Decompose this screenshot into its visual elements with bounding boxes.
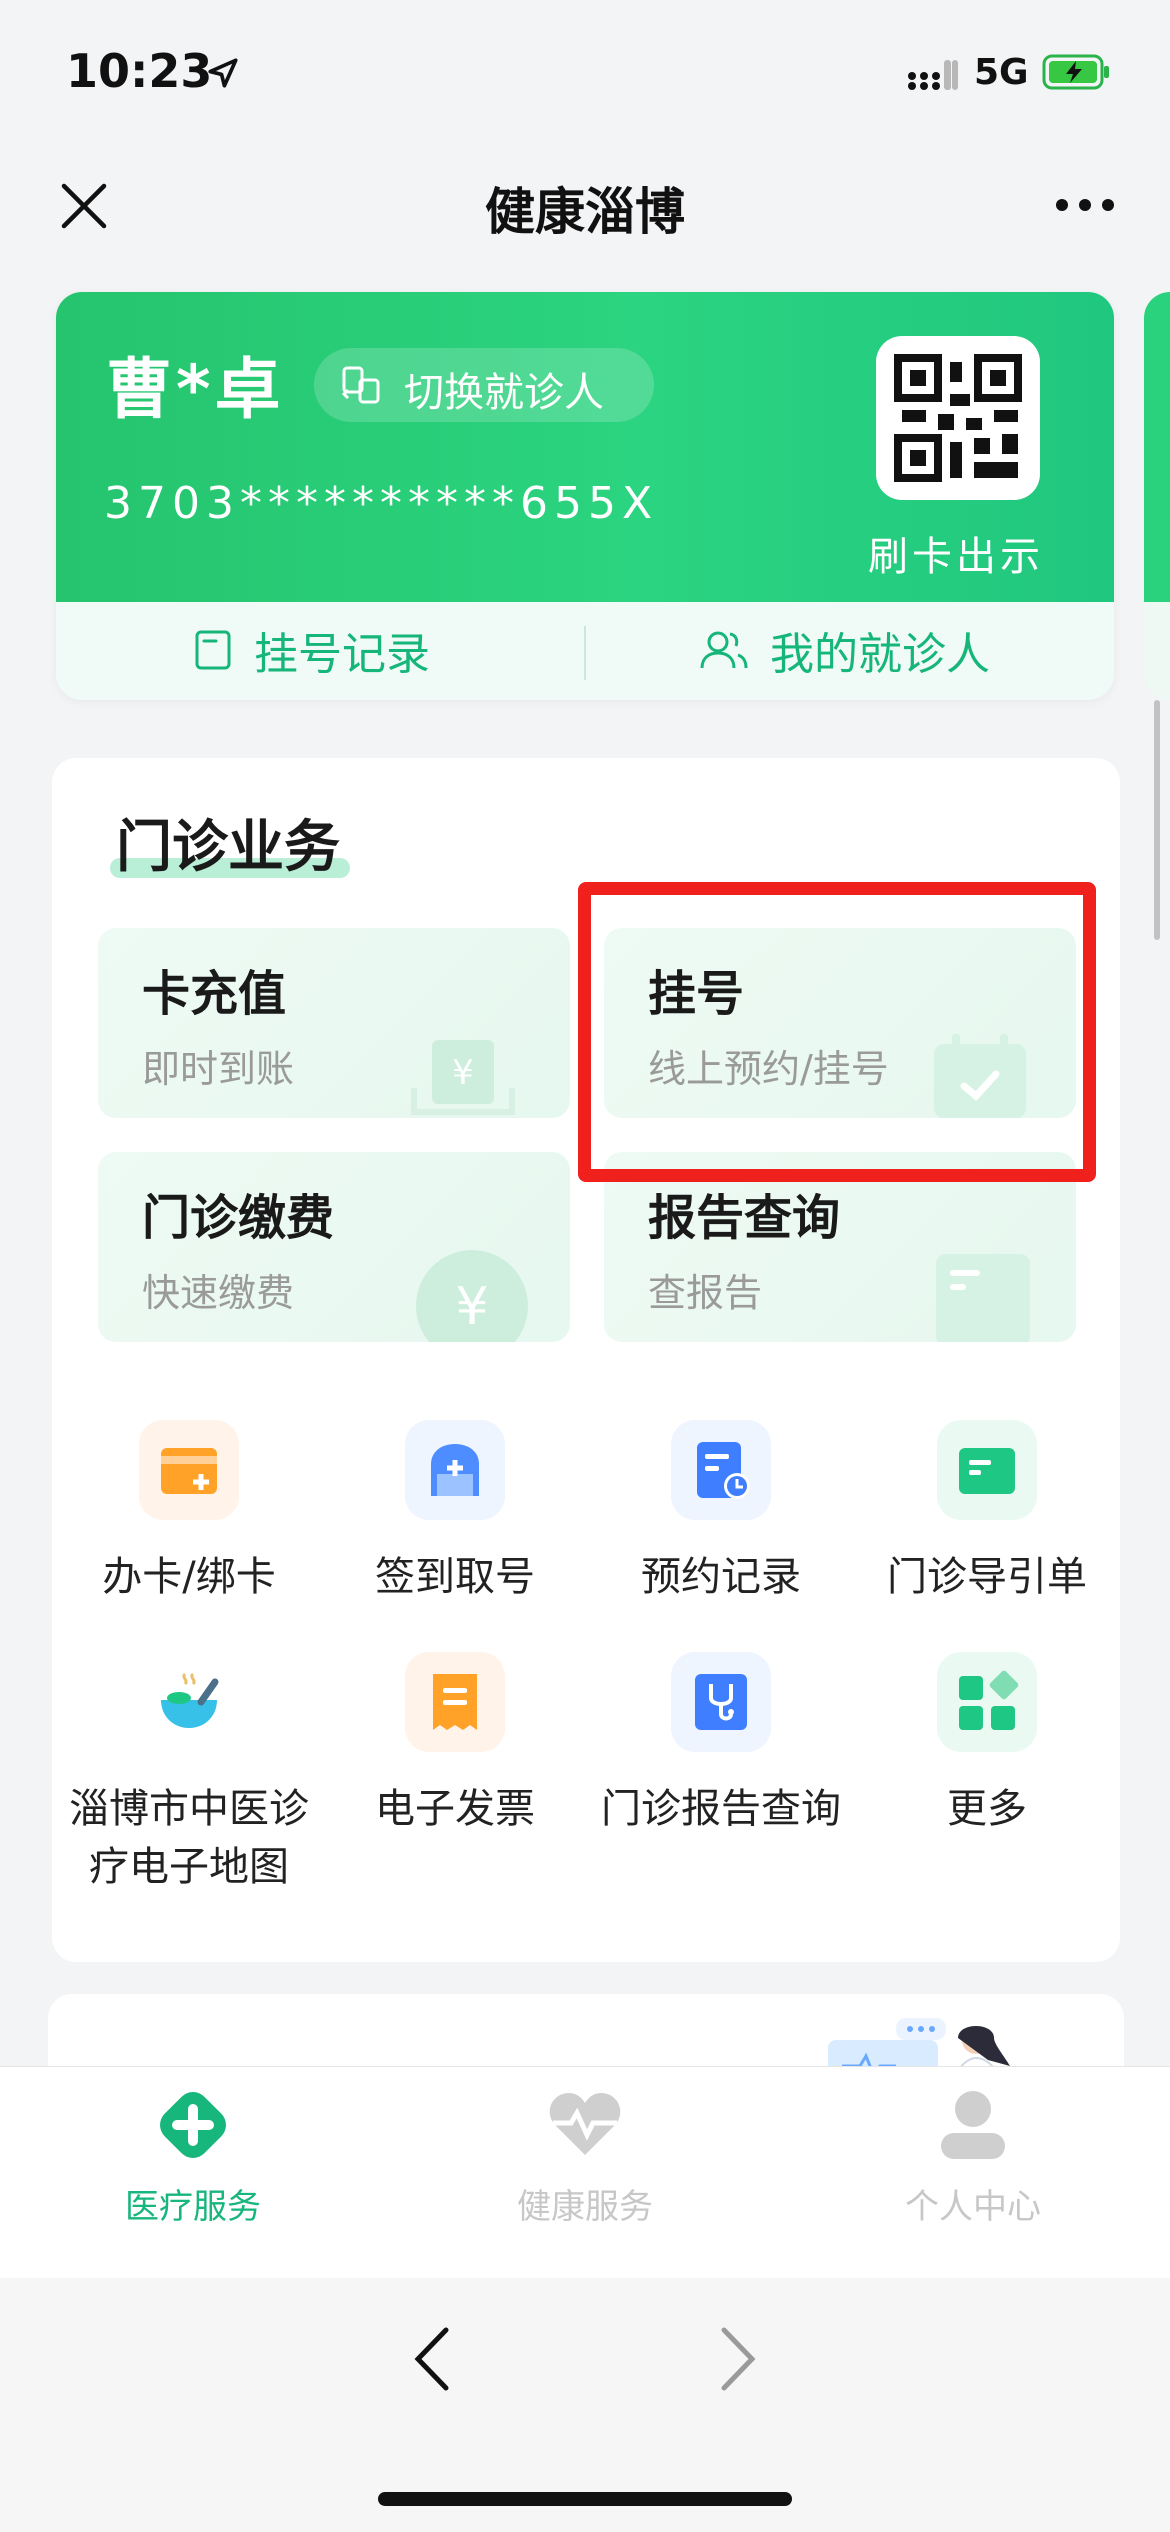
my-patients-link[interactable]: 我的就诊人 — [698, 620, 990, 680]
grid-item-outpatient-report[interactable]: 门诊报告查询 — [588, 1652, 854, 1838]
report-icon — [936, 1254, 1030, 1342]
more-icon[interactable] — [1054, 196, 1116, 214]
forward-arrow-icon[interactable] — [718, 2326, 758, 2392]
qr-code-button[interactable] — [876, 336, 1040, 500]
grid-item-card-binding[interactable]: 办卡/绑卡 — [56, 1420, 322, 1606]
patient-name: 曹*卓 — [106, 351, 285, 428]
heart-pulse-icon — [549, 2093, 621, 2155]
tile-subtitle: 即时到账 — [142, 1047, 295, 1091]
check-in-icon — [405, 1420, 505, 1520]
grid-label: 门诊报告查询 — [601, 1786, 841, 1832]
card-binding-icon — [139, 1420, 239, 1520]
home-indicator[interactable] — [378, 2492, 792, 2506]
stethoscope-report-icon — [671, 1652, 771, 1752]
switch-patient-label: 切换就诊人 — [404, 370, 604, 416]
scrollbar[interactable] — [1154, 700, 1160, 940]
tab-label: 医疗服务 — [125, 2187, 261, 2227]
grid-item-more[interactable]: 更多 — [854, 1652, 1120, 1838]
id-number: 3703**********655X — [104, 478, 659, 529]
card-recharge-icon: ¥ — [411, 1040, 515, 1115]
tile-payment[interactable]: 门诊缴费 快速缴费 ¥ — [98, 1152, 570, 1342]
grid-label: 更多 — [947, 1786, 1027, 1832]
tab-label: 健康服务 — [517, 2187, 653, 2227]
grid-item-e-invoice[interactable]: 电子发票 — [322, 1652, 588, 1838]
section-title: 门诊业务 — [116, 815, 340, 880]
next-card-peek[interactable] — [1144, 292, 1170, 700]
highlight-box — [578, 882, 1096, 1182]
switch-patient-button[interactable]: 切换就诊人 — [314, 348, 654, 422]
appointment-records-icon — [671, 1420, 771, 1520]
medical-cross-icon — [160, 2092, 226, 2158]
tile-subtitle: 快速缴费 — [142, 1271, 295, 1315]
switch-icon — [341, 366, 380, 404]
grid-label: 办卡/绑卡 — [102, 1554, 276, 1600]
tab-label: 个人中心 — [905, 2187, 1041, 2227]
guide-sheet-icon — [937, 1420, 1037, 1520]
browser-bottom-bar — [0, 2278, 1170, 2532]
grid-label: 淄博市中医诊疗电子地图 — [69, 1786, 309, 1890]
battery-icon — [1042, 54, 1109, 90]
registration-records-label: 挂号记录 — [254, 629, 430, 680]
more-apps-icon — [937, 1652, 1037, 1752]
grid-label: 预约记录 — [641, 1554, 801, 1600]
signal-icon — [908, 60, 958, 90]
svg-text:¥: ¥ — [455, 1277, 488, 1337]
registration-records-link[interactable]: 挂号记录 — [192, 620, 430, 680]
network-type: 5G — [974, 52, 1029, 93]
tab-medical-services[interactable]: 医疗服务 — [28, 2085, 358, 2228]
svg-text:¥: ¥ — [452, 1053, 474, 1093]
e-invoice-icon — [405, 1652, 505, 1752]
grid-item-tcm-map[interactable]: 淄博市中医诊疗电子地图 — [56, 1652, 322, 1896]
people-icon — [700, 631, 748, 669]
grid-item-check-in[interactable]: 签到取号 — [322, 1420, 588, 1606]
my-patients-label: 我的就诊人 — [770, 629, 990, 680]
grid-item-guide-sheet[interactable]: 门诊导引单 — [854, 1420, 1120, 1606]
tile-title: 门诊缴费 — [142, 1190, 335, 1246]
grid-label: 门诊导引单 — [887, 1554, 1087, 1600]
yuan-coin-icon: ¥ — [416, 1250, 528, 1342]
user-icon — [941, 2091, 1005, 2159]
tile-title: 卡充值 — [142, 966, 287, 1022]
qr-code-icon — [894, 354, 1022, 482]
tile-subtitle: 查报告 — [648, 1271, 763, 1315]
location-arrow-icon — [208, 58, 238, 88]
back-arrow-icon[interactable] — [412, 2326, 452, 2392]
tile-recharge[interactable]: 卡充值 即时到账 ¥ — [98, 928, 570, 1118]
card-links: 挂号记录 我的就诊人 — [56, 602, 1114, 700]
qr-label: 刷卡出示 — [868, 534, 1044, 580]
status-time: 10:23 — [66, 44, 213, 98]
grid-label: 签到取号 — [375, 1554, 535, 1600]
tab-bar: 医疗服务 健康服务 个人中心 — [0, 2066, 1170, 2279]
medical-card: 曹*卓 切换就诊人 3703**********655X 刷卡出示 挂号记录 我… — [56, 292, 1114, 700]
card-divider — [584, 626, 586, 680]
tile-title: 报告查询 — [648, 1190, 841, 1246]
card-header: 曹*卓 切换就诊人 3703**********655X 刷卡出示 — [56, 292, 1114, 602]
grid-item-appointment-records[interactable]: 预约记录 — [588, 1420, 854, 1606]
tcm-mortar-icon — [139, 1652, 239, 1752]
grid-label: 电子发票 — [375, 1786, 535, 1832]
page-title: 健康淄博 — [485, 183, 685, 241]
document-icon — [195, 630, 231, 670]
tab-health-services[interactable]: 健康服务 — [420, 2085, 750, 2228]
tab-personal-center[interactable]: 个人中心 — [808, 2085, 1138, 2228]
